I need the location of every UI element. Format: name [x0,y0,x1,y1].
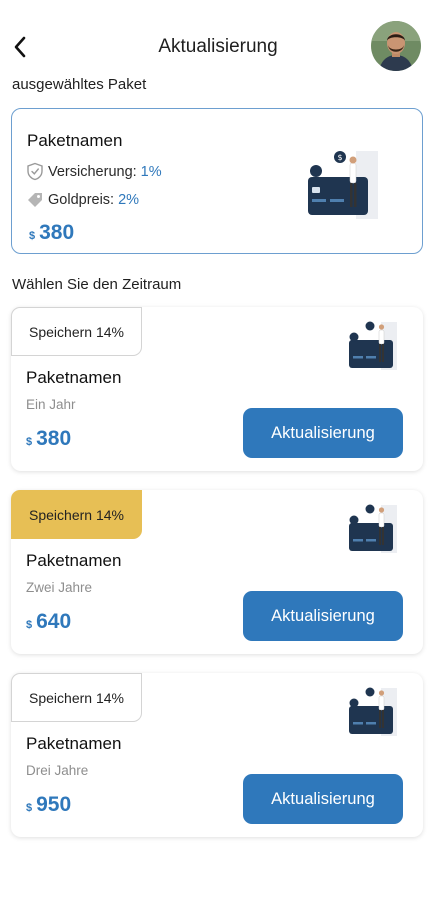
insurance-row: Versicherung: 1% [26,162,162,181]
user-avatar-icon [371,21,421,71]
payment-card-illustration-icon [349,321,397,370]
period-label: Wählen Sie den Zeitraum [12,276,182,293]
avatar[interactable] [371,21,421,71]
package-price: $ 380 [29,221,74,245]
price-amount: 950 [36,793,72,816]
insurance-label: Versicherung: [48,163,137,180]
tag-icon [28,193,42,207]
upgrade-button[interactable]: Aktualisierung [243,408,403,458]
plan-card-zwei-jahre[interactable]: Speichern 14% Paketnamen Zwei Jahre $ 64… [11,490,423,654]
plan-card-drei-jahre[interactable]: Speichern 14% Paketnamen Drei Jahre $ 95… [11,673,423,837]
selected-package-card[interactable]: Paketnamen Versicherung: 1% Goldpreis: 2… [11,108,423,254]
currency-symbol: $ [26,619,33,631]
savings-badge: Speichern 14% [11,673,142,722]
savings-badge: Speichern 14% [11,307,142,356]
plan-price: $ 950 [26,793,71,817]
plan-period: Ein Jahr [26,397,76,412]
plan-price: $ 640 [26,610,71,634]
currency-symbol: $ [26,802,33,814]
payment-card-illustration-icon [349,504,397,553]
price-amount: 380 [39,221,75,244]
svg-text:$: $ [337,153,342,162]
plan-name: Paketnamen [26,368,122,387]
savings-badge: Speichern 14% [11,490,142,539]
gold-price-label: Goldpreis: [48,192,115,208]
payment-card-illustration-icon [349,687,397,736]
price-amount: 640 [36,610,72,633]
currency-symbol: $ [29,230,36,242]
price-amount: 380 [36,427,72,450]
upgrade-button[interactable]: Aktualisierung [243,591,403,641]
gold-price-value: 2% [118,192,140,208]
shield-icon [27,162,43,181]
plan-period: Zwei Jahre [26,580,93,595]
package-name: Paketnamen [27,131,123,150]
plan-price: $ 380 [26,427,71,451]
insurance-value: 1% [140,163,162,180]
payment-card-illustration-icon: $ [308,151,378,219]
plan-period: Drei Jahre [26,763,89,778]
app-header: Aktualisierung [0,0,436,80]
plan-name: Paketnamen [26,734,122,753]
currency-symbol: $ [26,436,33,448]
plan-name: Paketnamen [26,551,122,570]
gold-price-row: Goldpreis: 2% [26,191,139,209]
upgrade-button[interactable]: Aktualisierung [243,774,403,824]
plan-card-ein-jahr[interactable]: Speichern 14% Paketnamen Ein Jahr $ 380 … [11,307,423,471]
selected-package-label: ausgewähltes Paket [12,76,147,93]
